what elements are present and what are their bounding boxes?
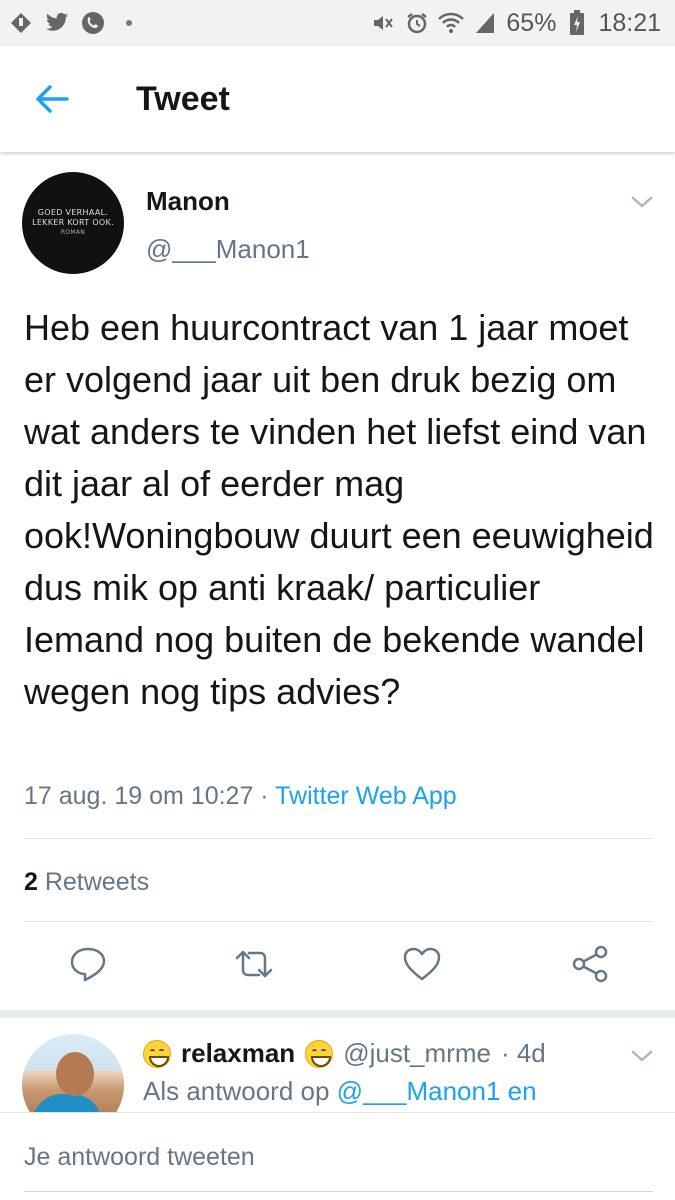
retweet-label: Retweets bbox=[37, 868, 150, 896]
back-arrow-icon bbox=[36, 85, 69, 113]
wifi-icon bbox=[438, 10, 465, 36]
share-button[interactable] bbox=[568, 942, 612, 986]
author-name[interactable]: Manon bbox=[146, 186, 230, 217]
signal-icon bbox=[472, 10, 498, 36]
tweet-timestamp: 17 aug. 19 om 10:27 bbox=[24, 782, 254, 810]
in-reply-suffix[interactable]: en bbox=[500, 1076, 537, 1106]
tweet-text: Heb een huurcontract van 1 jaar moet er … bbox=[24, 307, 654, 712]
grinning-emoji-icon bbox=[143, 1039, 171, 1068]
status-bar-system: 65% 18:21 bbox=[370, 9, 661, 38]
reply-author-name[interactable]: relaxman bbox=[181, 1038, 295, 1069]
tweet-actions bbox=[0, 942, 675, 998]
avatar-text-line: ROMAN bbox=[60, 229, 86, 236]
author-avatar[interactable]: GOED VERHAAL. LEKKER KORT OOK. ROMAN bbox=[22, 172, 124, 274]
mute-icon bbox=[370, 10, 396, 36]
like-button[interactable] bbox=[400, 942, 444, 986]
battery-charging-icon bbox=[564, 10, 590, 36]
tweet-source-link[interactable]: Twitter Web App bbox=[275, 782, 457, 810]
app-bar: Tweet bbox=[0, 46, 675, 152]
meta-separator: · bbox=[253, 782, 276, 810]
reply-avatar[interactable] bbox=[22, 1034, 124, 1112]
avatar-text-line: GOED VERHAAL. bbox=[37, 208, 109, 217]
twitter-bird-icon bbox=[44, 10, 70, 36]
avatar-head-shape bbox=[56, 1052, 94, 1096]
status-time: 18:21 bbox=[598, 8, 661, 37]
battery-percentage: 65% bbox=[506, 8, 557, 37]
alarm-icon bbox=[404, 10, 430, 36]
author-handle[interactable]: @___Manon1 bbox=[146, 234, 310, 265]
share-icon bbox=[572, 945, 608, 983]
retweet-icon bbox=[235, 950, 273, 978]
phone-icon bbox=[80, 10, 106, 36]
reply-header: relaxman @just_mrme · 4d bbox=[143, 1038, 546, 1069]
status-bar-notifications bbox=[8, 10, 132, 36]
back-button[interactable] bbox=[24, 71, 80, 127]
grinning-emoji-icon bbox=[305, 1039, 334, 1068]
chevron-down-icon bbox=[631, 196, 653, 208]
retweet-count: 2 bbox=[24, 868, 38, 896]
page-title: Tweet bbox=[136, 79, 230, 118]
reply-input[interactable]: Je antwoord tweeten bbox=[24, 1143, 255, 1172]
reply-author-handle[interactable]: @just_mrme bbox=[343, 1038, 491, 1069]
avatar-text-line: LEKKER KORT OOK. bbox=[32, 218, 114, 227]
reply-age: · 4d bbox=[500, 1038, 546, 1068]
status-bar: 65% 18:21 bbox=[0, 0, 675, 46]
avatar-shirt-shape bbox=[32, 1094, 102, 1112]
reply-tweet[interactable]: relaxman @just_mrme · 4d Als antwoord op… bbox=[0, 1016, 675, 1112]
heart-icon bbox=[403, 947, 441, 981]
tweet-meta: 17 aug. 19 om 10:27 · Twitter Web App bbox=[24, 782, 457, 811]
retweets-stat[interactable]: 2 Retweets bbox=[24, 868, 149, 897]
reply-compose-bar: Je antwoord tweeten bbox=[0, 1112, 675, 1200]
reply-options-button[interactable] bbox=[628, 1042, 656, 1070]
reply-button[interactable] bbox=[66, 942, 110, 986]
retweet-button[interactable] bbox=[232, 942, 276, 986]
divider bbox=[24, 838, 653, 839]
in-reply-to: Als antwoord op @___Manon1 en bbox=[143, 1076, 537, 1107]
tweet-options-button[interactable] bbox=[628, 188, 656, 216]
input-underline bbox=[24, 1191, 653, 1192]
radio-icon bbox=[8, 10, 34, 36]
more-notifications-dot bbox=[126, 20, 132, 26]
reply-icon bbox=[70, 947, 106, 982]
in-reply-mention[interactable]: @___Manon1 bbox=[337, 1076, 501, 1106]
divider bbox=[24, 921, 653, 922]
in-reply-prefix: Als antwoord op bbox=[143, 1076, 337, 1106]
chevron-down-icon bbox=[631, 1050, 653, 1062]
